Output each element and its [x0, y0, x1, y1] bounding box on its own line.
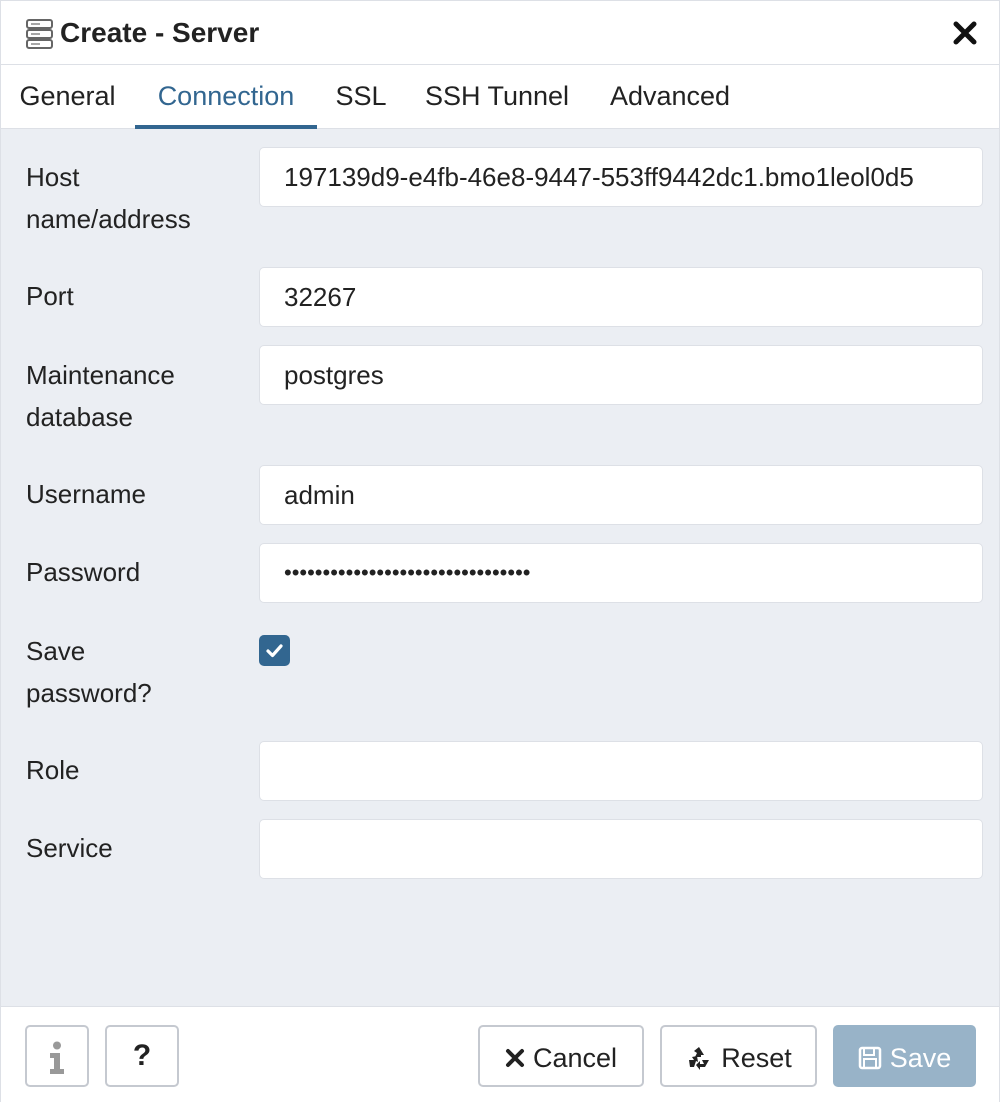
password-input[interactable]: •••••••••••••••••••••••••••••••• [259, 543, 983, 603]
create-server-dialog: Create - Server General Connection SSL S… [0, 0, 1000, 1102]
tab-bar: General Connection SSL SSH Tunnel Advanc… [1, 65, 999, 129]
help-label: ? [132, 1039, 152, 1072]
save-label: Save [889, 1042, 952, 1073]
recycle-icon [689, 1046, 710, 1070]
tab-connection[interactable]: Connection [135, 65, 317, 129]
tab-label: SSH Tunnel [424, 81, 570, 111]
cancel-label: Cancel [532, 1042, 618, 1073]
tab-general[interactable]: General [1, 65, 134, 129]
save-password-label: Save password? [26, 630, 152, 714]
reset-button[interactable]: Reset [660, 1025, 817, 1087]
check-icon [266, 644, 283, 658]
cancel-button[interactable]: Cancel [478, 1025, 644, 1087]
service-label: Service [26, 833, 113, 863]
host-label: Host name/address [26, 156, 191, 240]
info-icon [50, 1041, 64, 1074]
reset-label: Reset [721, 1042, 792, 1073]
dialog-footer: ? Cancel Reset Save [1, 1006, 999, 1102]
host-label-line2: name/address [26, 204, 191, 234]
tab-label: Connection [157, 81, 295, 111]
tab-advanced[interactable]: Advanced [589, 65, 751, 129]
password-label: Password [26, 557, 141, 587]
host-label-line1: Host [26, 162, 80, 192]
save-password-label-line1: Save [26, 636, 86, 666]
dialog-title: Create - Server [60, 17, 260, 48]
role-label: Role [26, 755, 80, 785]
service-input[interactable] [259, 819, 983, 879]
username-input[interactable]: admin [259, 465, 983, 525]
info-button[interactable] [25, 1025, 89, 1087]
tab-ssl[interactable]: SSL [317, 65, 405, 129]
save-password-label-line2: password? [26, 678, 152, 708]
host-input[interactable]: 197139d9-e4fb-46e8-9447-553ff9442dc1.bmo… [259, 147, 983, 207]
port-label: Port [26, 281, 74, 311]
tab-label: SSL [335, 81, 387, 111]
tab-label: General [19, 81, 116, 111]
maintenance-db-label-line2: database [26, 402, 133, 432]
server-icon [26, 19, 53, 49]
maintenance-db-label: Maintenance database [26, 354, 175, 438]
tab-ssh-tunnel[interactable]: SSH Tunnel [405, 65, 589, 129]
port-input[interactable]: 32267 [259, 267, 983, 327]
close-icon[interactable] [951, 19, 979, 47]
maintenance-db-input[interactable]: postgres [259, 345, 983, 405]
role-input[interactable] [259, 741, 983, 801]
username-label: Username [26, 479, 146, 509]
floppy-disk-icon [858, 1046, 881, 1070]
help-button[interactable]: ? [105, 1025, 179, 1087]
dialog-titlebar[interactable]: Create - Server [1, 1, 999, 65]
connection-form: Host name/address 197139d9-e4fb-46e8-944… [1, 129, 999, 1006]
close-icon [505, 1048, 524, 1067]
save-button[interactable]: Save [833, 1025, 976, 1087]
tab-label: Advanced [609, 81, 731, 111]
maintenance-db-label-line1: Maintenance [26, 360, 175, 390]
save-password-checkbox[interactable] [259, 635, 290, 666]
